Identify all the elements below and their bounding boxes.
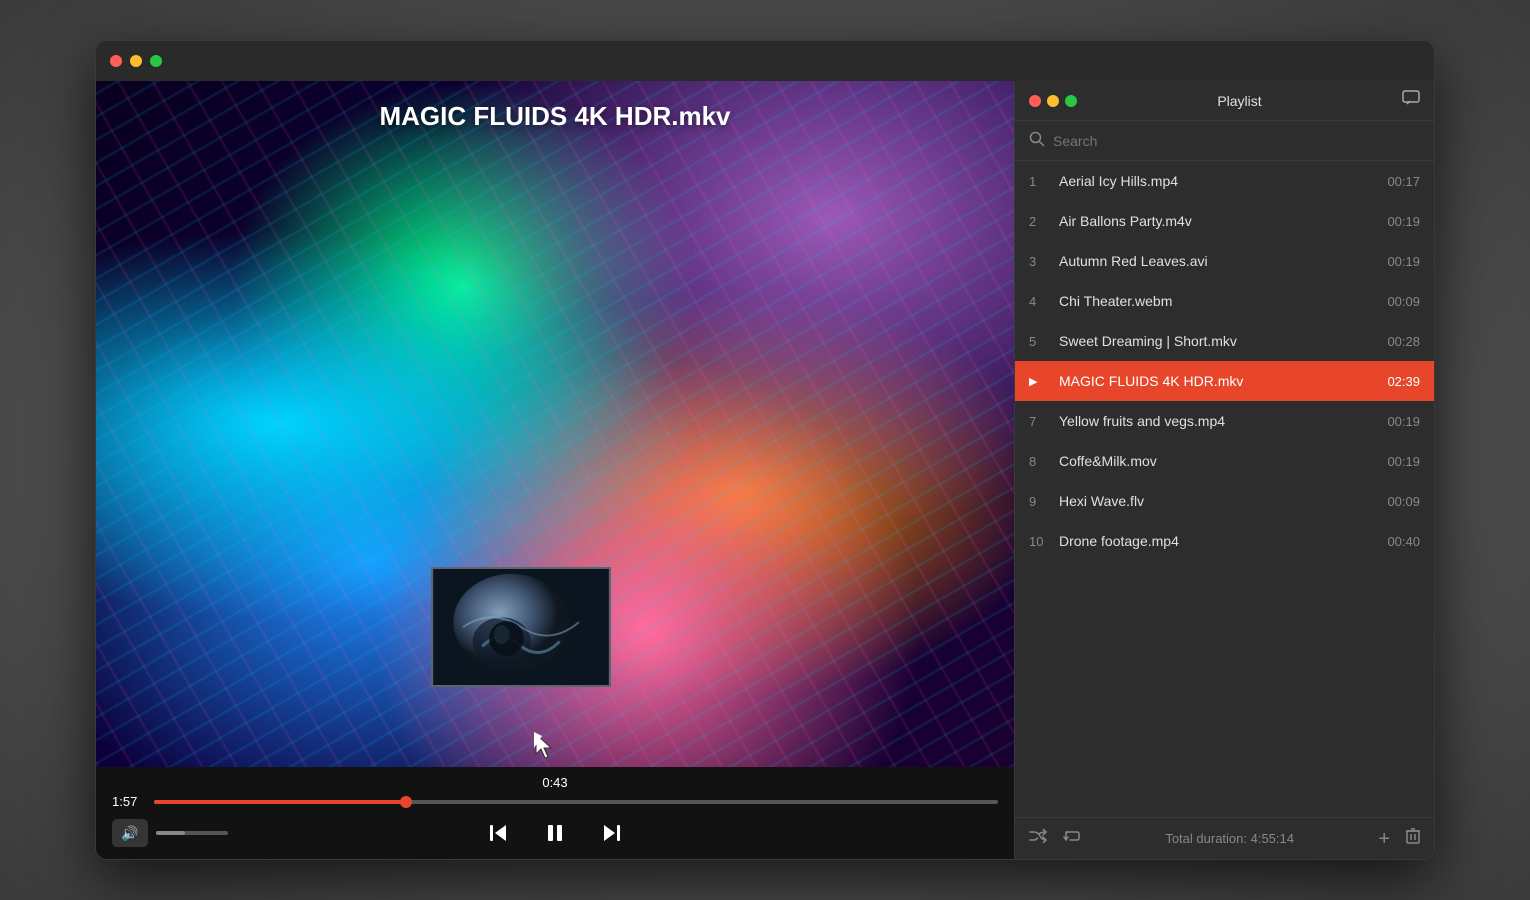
playlist-sidebar: Playlist (1014, 81, 1434, 859)
item-number: 1 (1029, 174, 1053, 189)
traffic-lights (110, 55, 162, 67)
playlist-item[interactable]: 8 Coffe&Milk.mov 00:19 (1015, 441, 1434, 481)
playlist-item[interactable]: 4 Chi Theater.webm 00:09 (1015, 281, 1434, 321)
pause-button[interactable] (539, 817, 571, 849)
item-duration: 00:09 (1384, 494, 1420, 509)
app-window: MAGIC FLUIDS 4K HDR.mkv (95, 40, 1435, 860)
item-duration: 00:17 (1384, 174, 1420, 189)
close-button[interactable] (110, 55, 122, 67)
item-number: 5 (1029, 334, 1053, 349)
playlist-header: Playlist (1015, 81, 1434, 121)
item-name: Yellow fruits and vegs.mp4 (1059, 413, 1372, 429)
playlist-item[interactable]: 3 Autumn Red Leaves.avi 00:19 (1015, 241, 1434, 281)
item-name: Autumn Red Leaves.avi (1059, 253, 1372, 269)
item-name: Drone footage.mp4 (1059, 533, 1372, 549)
item-name: Coffe&Milk.mov (1059, 453, 1372, 469)
volume-icon: 🔊 (121, 825, 138, 842)
chat-icon[interactable] (1402, 90, 1420, 111)
item-number: 9 (1029, 494, 1053, 509)
playlist-item[interactable]: 7 Yellow fruits and vegs.mp4 00:19 (1015, 401, 1434, 441)
playback-controls (483, 817, 627, 849)
progress-track[interactable] (154, 800, 998, 804)
progress-fill (154, 800, 407, 804)
playlist-maximize-button[interactable] (1065, 95, 1077, 107)
volume-button[interactable]: 🔊 (112, 819, 148, 847)
maximize-button[interactable] (150, 55, 162, 67)
play-indicator: ▶ (1029, 375, 1053, 388)
video-background[interactable] (96, 81, 1014, 767)
video-player: MAGIC FLUIDS 4K HDR.mkv (96, 81, 1014, 859)
item-number: 3 (1029, 254, 1053, 269)
shuffle-button[interactable] (1029, 829, 1047, 848)
playlist-minimize-button[interactable] (1047, 95, 1059, 107)
item-duration: 00:19 (1384, 414, 1420, 429)
item-duration: 00:19 (1384, 214, 1420, 229)
playlist-window-controls (1029, 95, 1077, 107)
item-name: Chi Theater.webm (1059, 293, 1372, 309)
skip-back-button[interactable] (483, 817, 515, 849)
item-duration: 00:19 (1384, 254, 1420, 269)
item-name: MAGIC FLUIDS 4K HDR.mkv (1059, 373, 1372, 389)
minimize-button[interactable] (130, 55, 142, 67)
playlist-item[interactable]: 1 Aerial Icy Hills.mp4 00:17 (1015, 161, 1434, 201)
item-duration: 00:19 (1384, 454, 1420, 469)
item-number: 4 (1029, 294, 1053, 309)
item-name: Hexi Wave.flv (1059, 493, 1372, 509)
video-title: MAGIC FLUIDS 4K HDR.mkv (96, 101, 1014, 132)
item-number: 7 (1029, 414, 1053, 429)
item-name: Sweet Dreaming | Short.mkv (1059, 333, 1372, 349)
total-duration: Total duration: 4:55:14 (1097, 831, 1362, 846)
volume-fill (156, 831, 185, 835)
search-bar (1015, 121, 1434, 161)
playlist-footer: Total duration: 4:55:14 + (1015, 817, 1434, 859)
item-duration: 00:09 (1384, 294, 1420, 309)
add-button[interactable]: + (1378, 829, 1390, 849)
repeat-button[interactable] (1063, 828, 1081, 849)
search-input[interactable] (1053, 133, 1420, 149)
playlist-title: Playlist (1217, 93, 1261, 109)
title-bar (96, 41, 1434, 81)
item-name: Aerial Icy Hills.mp4 (1059, 173, 1372, 189)
delete-button[interactable] (1406, 828, 1420, 849)
skip-forward-button[interactable] (595, 817, 627, 849)
current-time: 1:57 (112, 794, 144, 809)
item-duration: 00:28 (1384, 334, 1420, 349)
content-area: MAGIC FLUIDS 4K HDR.mkv (96, 81, 1434, 859)
thumbnail-preview (431, 567, 611, 687)
item-number: 8 (1029, 454, 1053, 469)
playlist-item[interactable]: 2 Air Ballons Party.m4v 00:19 (1015, 201, 1434, 241)
playlist-item[interactable]: ▶ MAGIC FLUIDS 4K HDR.mkv 02:39 (1015, 361, 1434, 401)
volume-group: 🔊 (112, 819, 228, 847)
controls-row: 🔊 (112, 819, 998, 847)
item-number: 10 (1029, 534, 1053, 549)
controls-area: 0:43 1:57 🔊 (96, 767, 1014, 859)
hover-time: 0:43 (112, 775, 998, 790)
playlist-item[interactable]: 5 Sweet Dreaming | Short.mkv 00:28 (1015, 321, 1434, 361)
item-name: Air Ballons Party.m4v (1059, 213, 1372, 229)
playlist-item[interactable]: 9 Hexi Wave.flv 00:09 (1015, 481, 1434, 521)
search-icon (1029, 131, 1045, 150)
playlist-close-button[interactable] (1029, 95, 1041, 107)
progress-bar-container: 1:57 (112, 794, 998, 809)
playlist-items: 1 Aerial Icy Hills.mp4 00:17 2 Air Ballo… (1015, 161, 1434, 817)
item-duration: 00:40 (1384, 534, 1420, 549)
item-number: 2 (1029, 214, 1053, 229)
playlist-item[interactable]: 10 Drone footage.mp4 00:40 (1015, 521, 1434, 561)
item-duration: 02:39 (1384, 374, 1420, 389)
volume-slider[interactable] (156, 831, 228, 835)
